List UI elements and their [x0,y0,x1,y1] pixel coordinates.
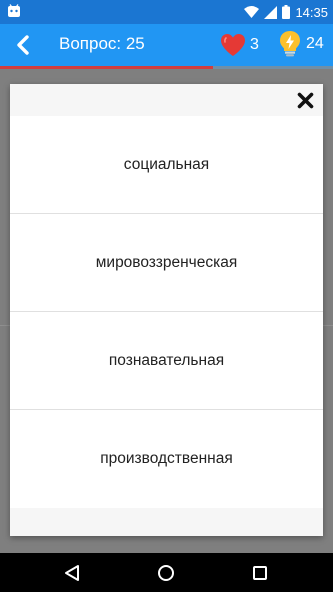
home-circle-icon [158,565,174,581]
dialog-footer [10,508,323,536]
close-icon [297,92,313,108]
answer-option[interactable]: мировоззренческая [10,214,323,312]
signal-icon [264,5,278,19]
close-button[interactable] [293,88,317,112]
app-bar: Вопрос: 25 3 24 [0,24,333,66]
lightbulb-icon [280,31,300,57]
page-title: Вопрос: 25 [59,34,145,53]
status-time: 14:35 [295,4,328,20]
nav-recents-button[interactable] [248,561,272,585]
answer-dialog: социальная мировоззренческая познаватель… [10,84,323,536]
hints-count: 24 [306,35,324,52]
hints-counter[interactable]: 24 [278,29,324,59]
answer-option[interactable]: социальная [10,116,323,214]
heart-icon [221,34,245,56]
dialog-header [10,84,323,116]
back-triangle-icon [65,565,79,581]
answer-option[interactable]: производственная [10,410,323,508]
system-nav-bar [0,553,333,592]
answer-options: социальная мировоззренческая познаватель… [10,116,323,508]
back-arrow-icon [17,35,29,55]
status-bar: 14:35 [0,0,333,24]
lives-count: 3 [250,36,259,53]
battery-icon [282,5,291,19]
wifi-icon [244,5,260,18]
back-button[interactable] [8,30,38,60]
lives-counter: 3 [220,31,259,59]
nav-home-button[interactable] [154,561,178,585]
android-icon [8,4,20,17]
nav-back-button[interactable] [60,561,84,585]
answer-option[interactable]: познавательная [10,312,323,410]
recents-square-icon [253,566,267,580]
